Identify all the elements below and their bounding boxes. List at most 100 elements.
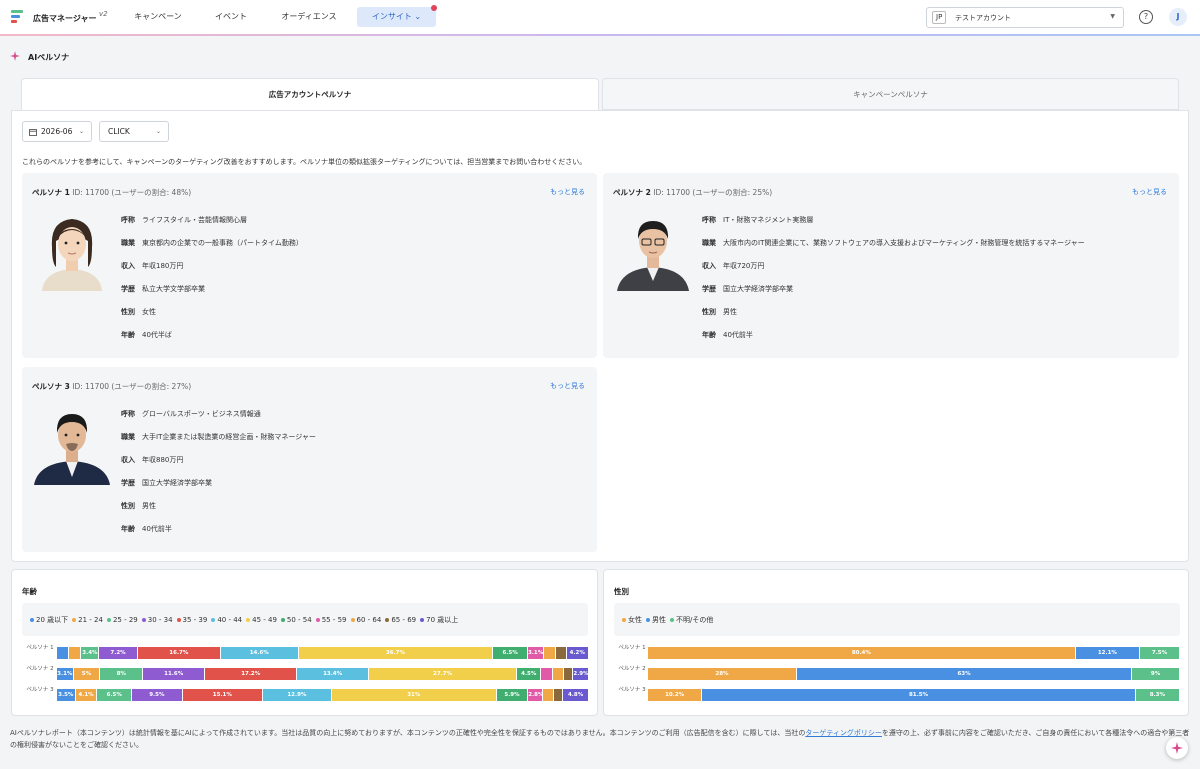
bar-segment[interactable]: 3.5% (57, 689, 76, 701)
field-label: 年齢 (121, 525, 135, 533)
bar-segment[interactable]: 11.6% (143, 668, 206, 680)
bar-segment[interactable]: 16.7% (137, 647, 222, 659)
legend-item: 70 歳以上 (420, 615, 458, 625)
account-country-code: JP (932, 11, 947, 24)
bar-segment[interactable]: 8.3% (1135, 689, 1180, 701)
bar-segment[interactable]: 28% (648, 668, 797, 680)
legend-item: 40 - 44 (211, 616, 242, 624)
bar-segment[interactable] (541, 668, 554, 680)
field-label: 性別 (121, 502, 135, 510)
bar-segment[interactable]: 12.1% (1075, 647, 1141, 659)
legend-label: 45 - 49 (252, 616, 277, 624)
field-value: 大手IT企業または製造業の経営企画・財務マネージャー (142, 433, 316, 441)
user-avatar[interactable]: J (1169, 8, 1187, 26)
bar-segment[interactable]: 13.4% (297, 668, 369, 680)
field-value: IT・財務マネジメント実務層 (723, 216, 814, 224)
persona-card-2: ペルソナ 2 ID: 11700 (ユーザーの割合: 25%) もっと見る 呼称… (603, 173, 1179, 358)
bar-segment[interactable]: 81.5% (702, 689, 1136, 701)
account-selector[interactable]: JP テストアカウント ▼ (926, 7, 1124, 28)
bar-segment[interactable]: 9.5% (132, 689, 183, 701)
targeting-policy-link[interactable]: ターゲティングポリシー (805, 729, 882, 737)
field-label: 収入 (121, 456, 135, 464)
persona-title: ペルソナ 1 ID: 11700 (ユーザーの割合: 48%) (32, 188, 192, 197)
bar-segment[interactable]: 6.5% (493, 647, 528, 659)
legend-dot-icon (622, 618, 626, 622)
bar-segment[interactable]: 3.1% (527, 647, 545, 659)
legend-dot-icon (646, 618, 650, 622)
field-value: 男性 (142, 502, 156, 510)
bar-segment[interactable]: 6.5% (97, 689, 133, 701)
bar-segment[interactable]: 7.5% (1140, 647, 1180, 659)
legend-label: 40 - 44 (217, 616, 243, 624)
bar-segment[interactable]: 15.1% (182, 689, 264, 701)
page-title: AIペルソナ (28, 53, 70, 62)
app-logo-icon[interactable] (11, 10, 23, 23)
bar-segment[interactable] (553, 689, 564, 701)
stacked-bar-persona-2: 3.1% 5% 8% 11.6% 17.2% 13.4% 27.7% 4.5% 2.9% (57, 668, 589, 680)
nav-event[interactable]: イベント (205, 7, 257, 27)
legend-label: 30 - 34 (147, 616, 173, 624)
bar-segment[interactable]: 2.8% (528, 689, 544, 701)
persona-title: ペルソナ 3 ID: 11700 (ユーザーの割合: 27%) (32, 382, 192, 391)
bar-segment[interactable] (553, 668, 564, 680)
bar-segment[interactable]: 4.1% (75, 689, 98, 701)
tab-campaign-persona[interactable]: キャンペーンペルソナ (602, 78, 1179, 110)
more-link[interactable]: もっと見る (550, 187, 585, 197)
bar-segment[interactable]: 8% (100, 668, 144, 680)
bar-segment[interactable]: 27.7% (368, 668, 518, 680)
row-label: ペルソナ 2 (26, 666, 54, 672)
persona-title: ペルソナ 2 ID: 11700 (ユーザーの割合: 25%) (613, 188, 773, 197)
bar-segment[interactable]: 5.9% (496, 689, 529, 701)
bar-segment[interactable]: 31% (331, 689, 497, 701)
bar-segment[interactable]: 12.9% (263, 689, 332, 701)
intro-text: これらのペルソナを参考にして、キャンペーンのターゲティング改善をおすすめします。… (22, 158, 587, 166)
tab-account-persona[interactable]: 広告アカウントペルソナ (21, 78, 599, 110)
bar-segment[interactable] (543, 689, 554, 701)
bar-segment[interactable] (544, 647, 556, 659)
legend-label: 不明/その他 (676, 616, 714, 624)
bar-segment[interactable] (57, 647, 69, 659)
field-value: 東京都内の企業での一般事務（パートタイム勤務） (142, 239, 303, 247)
nav-audience[interactable]: オーディエンス (272, 7, 346, 27)
bar-segment[interactable]: 63% (796, 668, 1133, 680)
field-label: 呼称 (702, 216, 716, 224)
bar-segment[interactable] (563, 668, 574, 680)
metric-select[interactable]: CLICK ⌄ (99, 121, 169, 142)
help-icon[interactable]: ? (1139, 10, 1153, 24)
bar-segment[interactable]: 3.1% (57, 668, 74, 680)
bar-segment[interactable]: 4.5% (517, 668, 542, 680)
ai-assistant-button[interactable] (1166, 737, 1188, 759)
bar-segment[interactable]: 7.2% (99, 647, 138, 659)
app-version: v2 (99, 10, 108, 18)
sparkle-icon (10, 51, 20, 61)
bar-segment[interactable]: 4.8% (563, 689, 589, 701)
date-picker[interactable]: 2026-06 ⌄ (22, 121, 92, 142)
chevron-down-icon: ⌄ (155, 128, 161, 135)
field-label: 学歴 (121, 285, 135, 293)
bar-segment[interactable] (556, 647, 567, 659)
nav-insight[interactable]: インサイト ⌄ (357, 7, 436, 27)
more-link[interactable]: もっと見る (1132, 187, 1167, 197)
bar-segment[interactable] (68, 647, 82, 659)
field-value: 女性 (142, 308, 156, 316)
bar-segment[interactable]: 3.4% (81, 647, 100, 659)
bar-segment[interactable]: 9% (1132, 668, 1180, 680)
bar-segment[interactable]: 14.6% (221, 647, 299, 659)
bar-segment[interactable]: 36.7% (298, 647, 494, 659)
legend-label: 50 - 54 (286, 616, 312, 624)
nav-campaign[interactable]: キャンペーン (125, 7, 191, 27)
gender-legend: 女性 男性 不明/その他 (614, 603, 1180, 636)
legend-item: 65 - 69 (385, 616, 416, 624)
legend-dot-icon (246, 618, 251, 622)
stacked-bar-persona-3: 10.2% 81.5% 8.3% (648, 689, 1180, 701)
bar-segment[interactable]: 10.2% (648, 689, 703, 701)
bar-segment[interactable]: 4.2% (566, 647, 589, 659)
bar-segment[interactable]: 80.4% (648, 647, 1076, 659)
bar-segment[interactable]: 17.2% (205, 668, 298, 680)
more-link[interactable]: もっと見る (550, 381, 585, 391)
persona-portrait-male (32, 405, 112, 485)
bar-segment[interactable]: 2.9% (573, 668, 589, 680)
app-title[interactable]: 広告マネージャー (33, 13, 96, 24)
stacked-bar-persona-1: 3.4% 7.2% 16.7% 14.6% 36.7% 6.5% 3.1% 4.2% (57, 647, 589, 659)
bar-segment[interactable]: 5% (73, 668, 101, 680)
